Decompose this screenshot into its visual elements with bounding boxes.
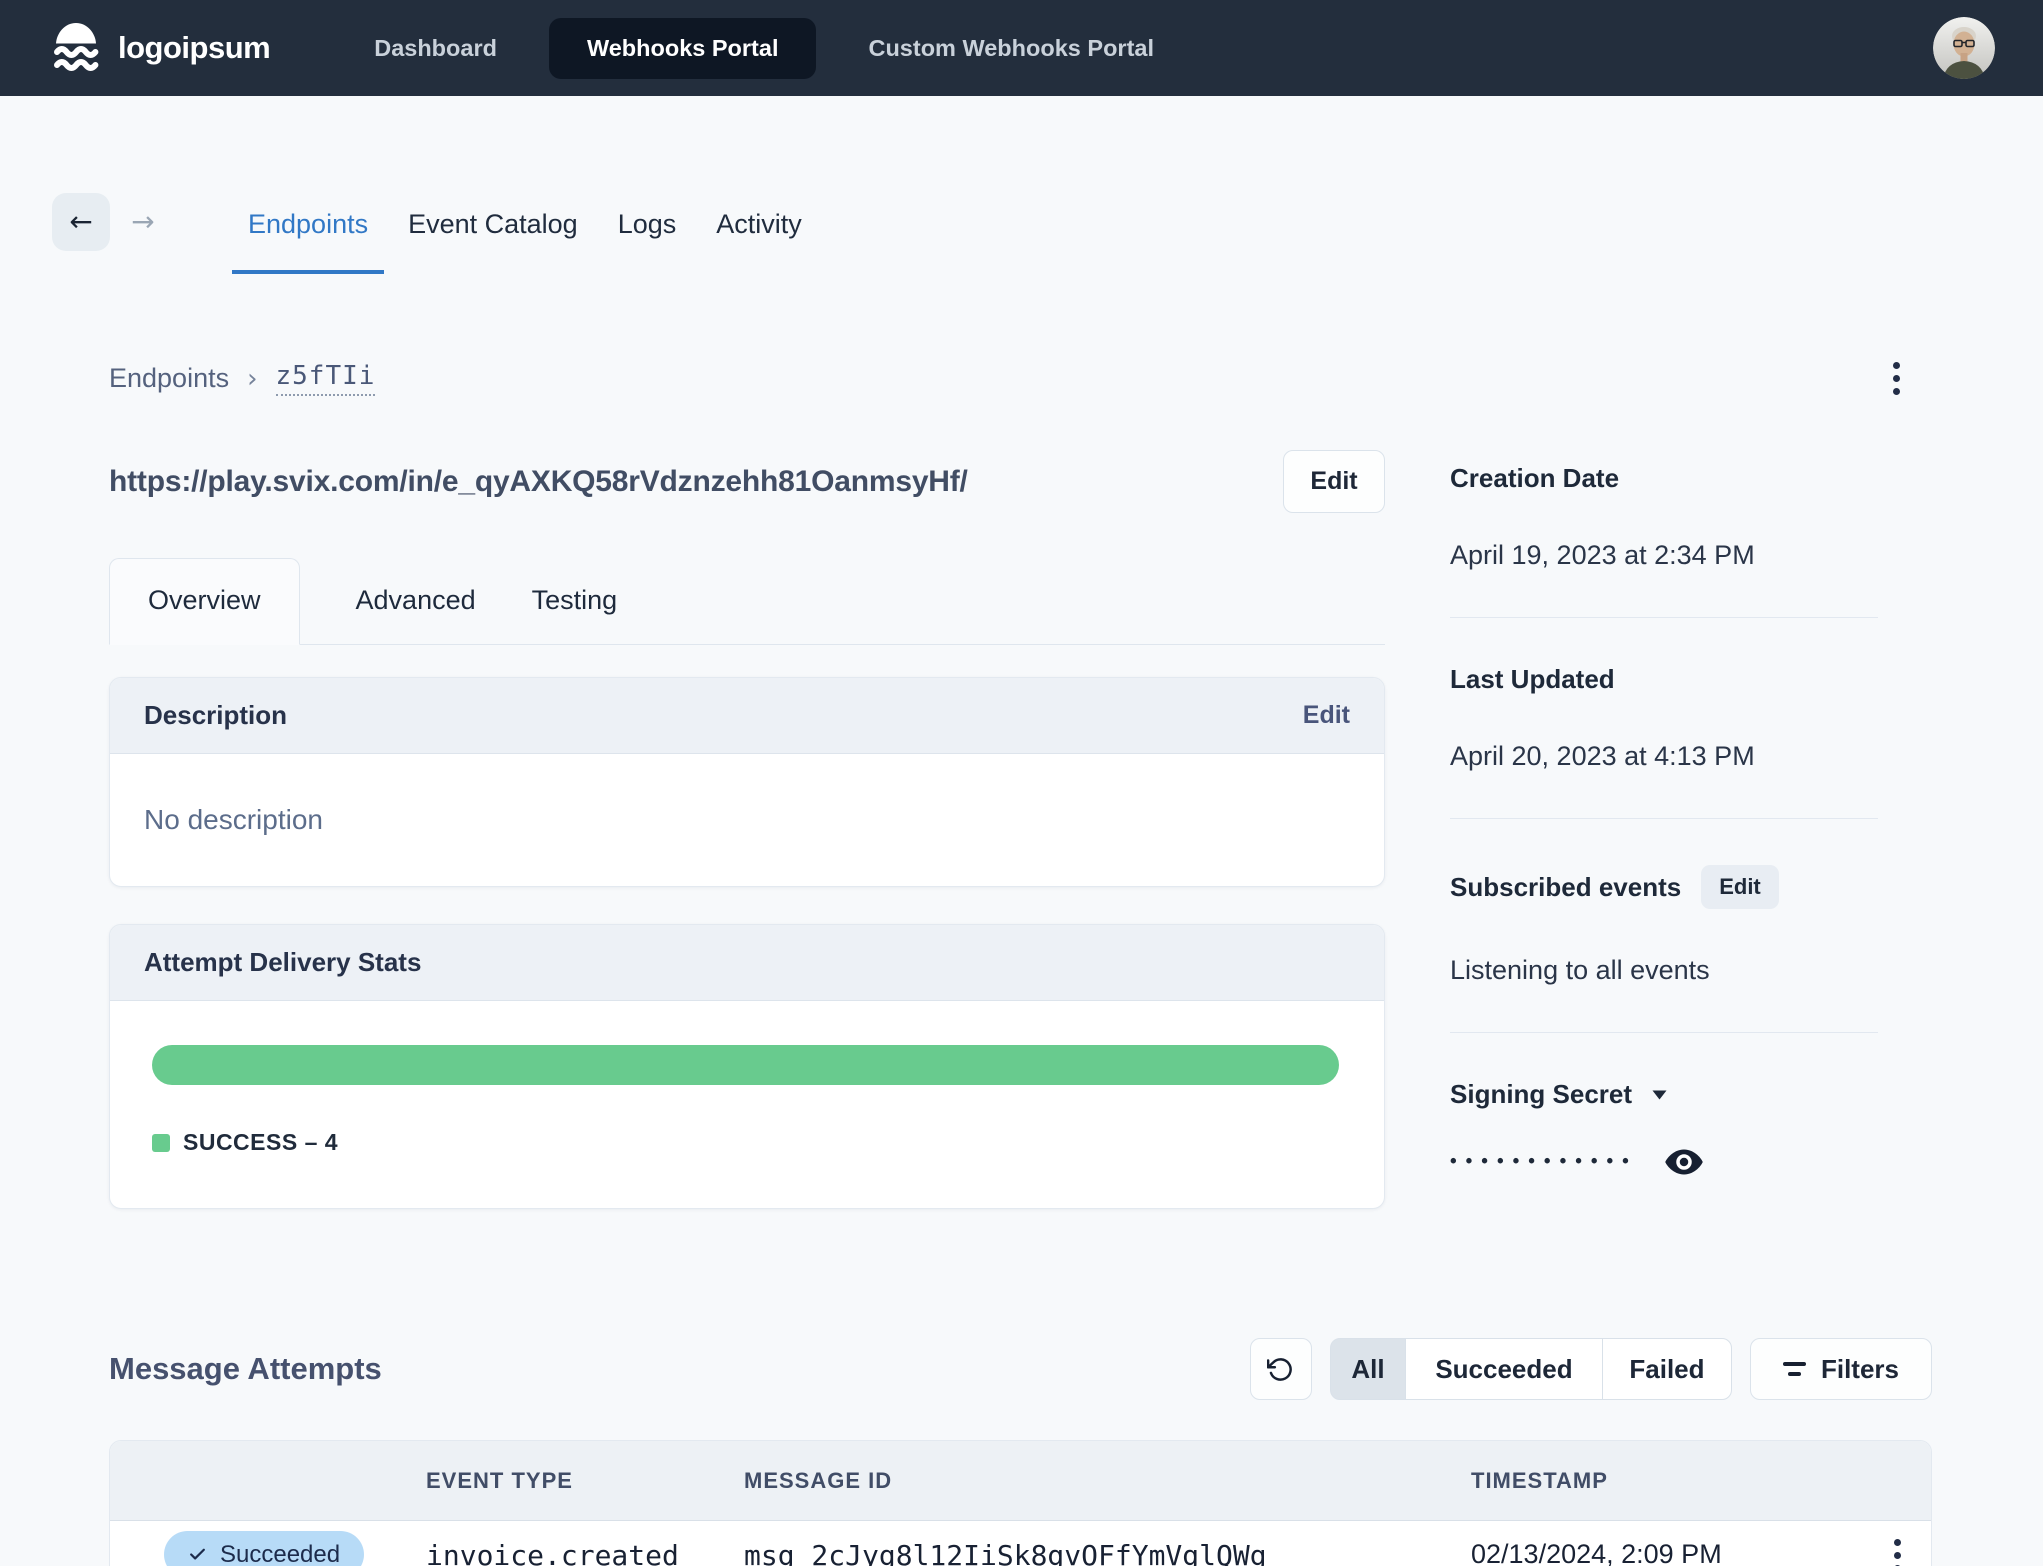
timestamp-cell: 02/13/2024, 2:09 PM [1471,1539,1722,1566]
signing-secret-masked: •••••••••••• [1450,1151,1638,1172]
back-button[interactable]: ← [52,193,110,251]
filters-button[interactable]: Filters [1749,1338,1932,1400]
signing-secret-expand-button[interactable] [1652,1090,1667,1100]
status-badge: Succeeded [164,1531,365,1566]
success-legend-label: SUCCESS – 4 [183,1129,339,1155]
description-edit-link[interactable]: Edit [1303,701,1350,730]
portal-tabs: Endpoints Event Catalog Logs Activity [232,193,818,274]
delivery-stats-header: Attempt Delivery Stats [110,925,1384,1001]
attempts-table-header: EVENT TYPE MESSAGE ID TIMESTAMP [110,1441,1931,1521]
sidebar-divider [1450,1032,1878,1033]
chevron-right-icon: › [247,363,258,394]
tab-testing[interactable]: Testing [532,559,618,644]
forward-button[interactable]: → [114,193,172,251]
status-cell: Succeeded [110,1531,426,1566]
subscribed-events-edit-button[interactable]: Edit [1701,865,1779,909]
status-badge-label: Succeeded [220,1540,341,1566]
last-updated-section: Last Updated April 20, 2023 at 4:13 PM [1450,664,1878,772]
subscribed-events-section: Subscribed events Edit Listening to all … [1450,865,1878,986]
filter-icon [1782,1362,1806,1376]
navbar: logoipsum Dashboard Webhooks Portal Cust… [0,0,2043,96]
col-event-type: EVENT TYPE [426,1467,573,1493]
breadcrumb-parent[interactable]: Endpoints [109,363,229,394]
check-icon [190,1548,205,1560]
eye-icon [1665,1149,1703,1175]
subscribed-events-label: Subscribed events [1450,871,1682,902]
endpoint-url-row: https://play.svix.com/in/e_qyAXKQ58rVdzn… [109,450,1385,513]
back-arrow-icon: ← [69,205,93,238]
description-title: Description [144,700,288,730]
creation-date-section: Creation Date April 19, 2023 at 2:34 PM [1450,463,1878,571]
portal-toolbar: ← → Endpoints Event Catalog Logs Activit… [52,193,818,274]
message-attempts-section: Message Attempts All Succeeded Failed Fi… [109,1338,1932,1566]
row-options-button[interactable] [1890,1535,1905,1566]
subscribed-events-header: Subscribed events Edit [1450,865,1878,909]
stats-legend: SUCCESS – 4 [152,1129,1339,1156]
message-attempts-header: Message Attempts All Succeeded Failed Fi… [109,1338,1932,1400]
nav-item-custom-webhooks-portal[interactable]: Custom Webhooks Portal [868,35,1154,62]
sidebar-divider [1450,818,1878,819]
avatar[interactable] [1933,17,1995,79]
breadcrumb-current[interactable]: z5fTIi [275,361,376,396]
breadcrumb-row: Endpoints › z5fTIi [109,358,1932,399]
description-card-header: Description Edit [110,678,1384,754]
detail-tabs: Overview Advanced Testing [109,558,1385,645]
col-message-id: MESSAGE ID [744,1467,893,1493]
refresh-button[interactable] [1249,1338,1312,1400]
endpoint-options-button[interactable] [1889,358,1904,399]
subscribed-events-value: Listening to all events [1450,955,1710,985]
success-bar [152,1045,1339,1085]
nav-item-dashboard[interactable]: Dashboard [374,35,497,62]
reveal-secret-button[interactable] [1664,1148,1704,1176]
brand[interactable]: logoipsum [48,20,271,76]
signing-secret-row: •••••••••••• [1450,1148,1878,1176]
message-attempts-controls: All Succeeded Failed Filters [1249,1338,1932,1400]
signing-secret-label: Signing Secret [1450,1079,1633,1109]
logo-text: logoipsum [118,30,271,65]
delivery-stats-body: SUCCESS – 4 [110,1001,1384,1208]
tab-overview[interactable]: Overview [109,558,300,645]
nav-item-webhooks-portal[interactable]: Webhooks Portal [548,17,817,79]
main-column: Overview Advanced Testing Description Ed… [109,558,1385,1209]
signing-secret-section: Signing Secret •••••••••••• [1450,1079,1878,1176]
breadcrumb: Endpoints › z5fTIi [109,361,376,396]
message-attempts-title: Message Attempts [109,1351,382,1386]
refresh-icon [1267,1357,1293,1381]
endpoint-url: https://play.svix.com/in/e_qyAXKQ58rVdzn… [109,464,968,498]
endpoint-sidebar: Creation Date April 19, 2023 at 2:34 PM … [1450,463,1878,1176]
tab-activity[interactable]: Activity [700,193,818,274]
kebab-icon [1894,1539,1901,1546]
sidebar-divider [1450,617,1878,618]
attempt-filter-segments: All Succeeded Failed [1329,1338,1732,1400]
main-nav: Dashboard Webhooks Portal Custom Webhook… [374,17,1154,79]
forward-arrow-icon: → [131,205,155,238]
table-row[interactable]: Succeeded invoice.created msg_2cJyg8l12I… [110,1521,1931,1566]
signing-secret-header: Signing Secret [1450,1079,1878,1110]
description-body: No description [144,804,323,835]
creation-date-value: April 19, 2023 at 2:34 PM [1450,540,1755,570]
logo-icon [48,20,104,76]
description-card: Description Edit No description [109,677,1385,887]
segment-failed[interactable]: Failed [1601,1338,1732,1400]
col-timestamp: TIMESTAMP [1471,1467,1608,1493]
success-legend-swatch [152,1133,170,1152]
caret-down-icon [1652,1090,1667,1099]
creation-date-label: Creation Date [1450,463,1620,493]
tab-event-catalog[interactable]: Event Catalog [392,193,594,274]
segment-all[interactable]: All [1329,1338,1406,1400]
tab-endpoints[interactable]: Endpoints [232,193,385,274]
segment-succeeded[interactable]: Succeeded [1404,1338,1603,1400]
last-updated-value: April 20, 2023 at 4:13 PM [1450,741,1755,771]
message-id-cell: msg_2cJyg8l12IiSk8gvOFfYmVglQWg [744,1539,1267,1566]
filters-label: Filters [1820,1353,1899,1384]
kebab-icon [1893,362,1900,369]
tab-logs[interactable]: Logs [602,193,693,274]
last-updated-label: Last Updated [1450,664,1615,694]
delivery-stats-title: Attempt Delivery Stats [144,947,422,977]
event-type-cell: invoice.created [426,1539,679,1566]
edit-url-button[interactable]: Edit [1283,450,1385,513]
tab-advanced[interactable]: Advanced [356,559,476,644]
attempts-table: EVENT TYPE MESSAGE ID TIMESTAMP Succeede… [109,1440,1932,1566]
delivery-stats-card: Attempt Delivery Stats SUCCESS – 4 [109,924,1385,1209]
